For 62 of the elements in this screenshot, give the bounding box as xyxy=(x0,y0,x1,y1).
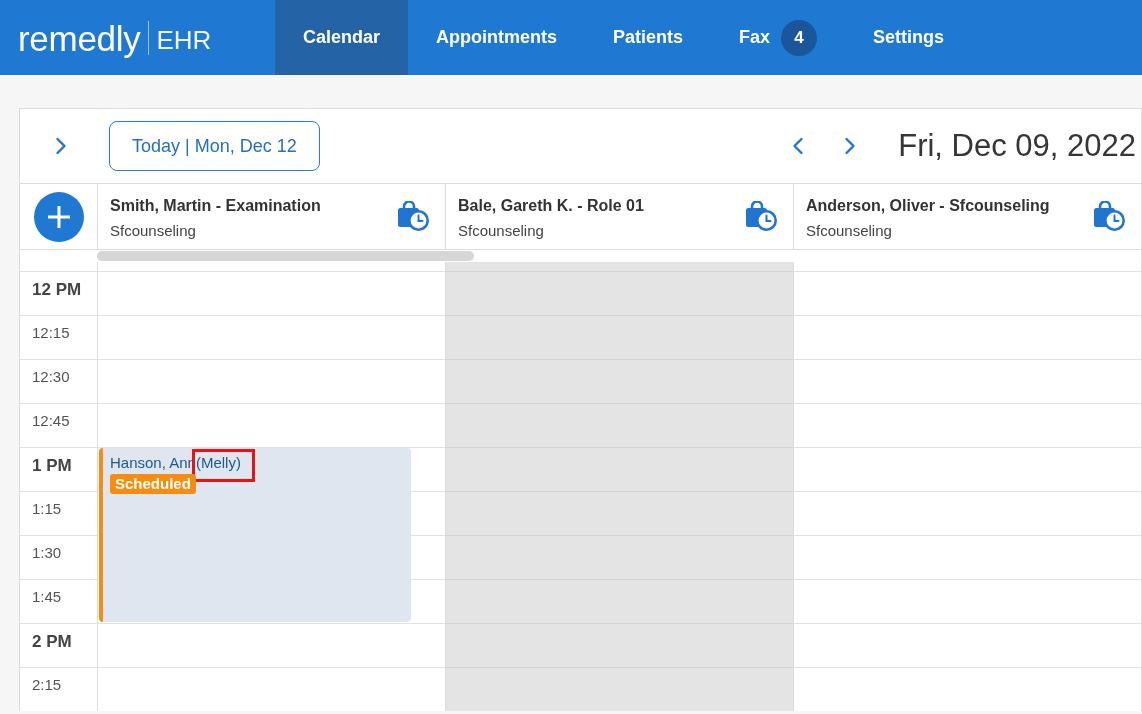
calendar-slot[interactable] xyxy=(793,535,1141,579)
calendar-slot[interactable] xyxy=(445,447,793,491)
calendar-slot[interactable] xyxy=(445,667,793,711)
calendar-slot[interactable] xyxy=(97,667,445,711)
padlock-clock-icon[interactable] xyxy=(1094,201,1125,231)
calendar-slot[interactable] xyxy=(97,271,445,315)
provider-location: Sfcounseling xyxy=(110,222,196,239)
chevron-right-icon[interactable] xyxy=(844,137,857,155)
nav-tab[interactable]: Appointments xyxy=(408,0,586,75)
time-label: 2:15 xyxy=(32,676,62,693)
calendar-slot[interactable] xyxy=(445,315,793,359)
calendar-slot[interactable] xyxy=(793,623,1141,667)
calendar-slot[interactable] xyxy=(793,447,1141,491)
calendar-slot[interactable] xyxy=(793,403,1141,447)
current-date: Fri, Dec 09, 2022 xyxy=(898,128,1136,164)
provider-location: Sfcounseling xyxy=(806,222,892,239)
time-label: 12:30 xyxy=(32,368,70,385)
time-label: 1:30 xyxy=(32,544,62,561)
calendar-slot[interactable] xyxy=(793,315,1141,359)
logo-wordmark: remedly xyxy=(18,19,141,56)
plus-icon xyxy=(47,205,70,228)
calendar-slot[interactable] xyxy=(97,315,445,359)
patient-nickname: (Melly) xyxy=(195,454,241,471)
nav-tab[interactable]: Patients xyxy=(585,0,712,75)
calendar-slot[interactable] xyxy=(445,623,793,667)
provider-name: Bale, Gareth K. - Role 01 xyxy=(458,196,644,216)
time-label: 1:15 xyxy=(32,500,62,517)
provider-name: Anderson, Oliver - Sfcounseling xyxy=(806,196,1050,216)
count-badge: 4 xyxy=(781,19,818,56)
calendar-slot[interactable] xyxy=(97,403,445,447)
nav-tab[interactable]: Settings xyxy=(845,0,973,75)
time-label: 12:45 xyxy=(32,412,70,429)
calendar-slot[interactable] xyxy=(793,359,1141,403)
chevron-right-icon[interactable] xyxy=(55,137,67,155)
calendar-slot[interactable] xyxy=(445,535,793,579)
calendar-slot[interactable] xyxy=(445,271,793,315)
nav-tab[interactable]: Calendar xyxy=(275,0,409,75)
provider-location: Sfcounseling xyxy=(458,222,544,239)
calendar-slot[interactable] xyxy=(793,579,1141,623)
calendar-slot[interactable] xyxy=(97,623,445,667)
today-button[interactable]: Today | Mon, Dec 12 xyxy=(109,121,320,171)
calendar-slot[interactable] xyxy=(793,271,1141,315)
status-badge: Scheduled xyxy=(110,474,196,494)
padlock-clock-icon[interactable] xyxy=(398,201,429,231)
chevron-left-icon[interactable] xyxy=(792,137,805,155)
time-label: 12:15 xyxy=(32,324,70,341)
provider-name: Smith, Martin - Examination xyxy=(110,196,321,216)
product-name: EHR xyxy=(156,23,212,53)
calendar-slot[interactable] xyxy=(97,359,445,403)
time-label: 1 PM xyxy=(32,456,72,475)
calendar-slot[interactable] xyxy=(445,491,793,535)
padlock-clock-icon[interactable] xyxy=(746,201,777,231)
calendar-slot[interactable] xyxy=(445,359,793,403)
time-label: 12 PM xyxy=(32,280,82,299)
horizontal-scrollbar-thumb[interactable] xyxy=(97,251,474,261)
calendar-slot[interactable] xyxy=(445,403,793,447)
calendar-slot[interactable] xyxy=(793,491,1141,535)
calendar-slot[interactable] xyxy=(793,667,1141,711)
calendar-slot[interactable] xyxy=(445,579,793,623)
nav-tab[interactable]: Fax 4 xyxy=(711,0,846,75)
time-label: 2 PM xyxy=(32,632,72,651)
time-label: 1:45 xyxy=(32,588,62,605)
